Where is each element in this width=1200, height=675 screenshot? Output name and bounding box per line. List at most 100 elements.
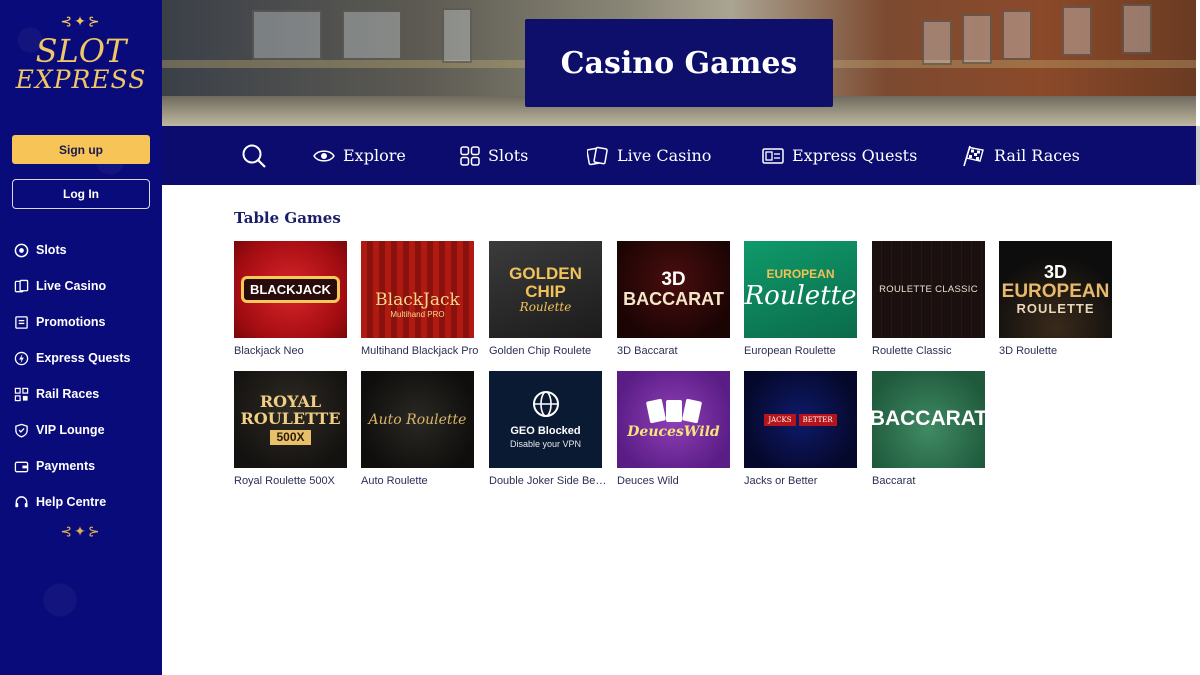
game-thumbnail[interactable]: BACCARAT bbox=[872, 371, 985, 468]
game-title[interactable]: Multihand Blackjack Pro bbox=[361, 345, 479, 357]
page-title: Casino Games bbox=[525, 19, 833, 107]
playing-card-icon bbox=[645, 398, 666, 423]
game-tile-multihand-blackjack-pro[interactable]: BlackJack Multihand PRO Multihand Blackj… bbox=[361, 241, 478, 357]
game-tile-roulette-classic[interactable]: ROULETTE CLASSIC Roulette Classic bbox=[872, 241, 985, 357]
game-art-subtitle-2: 500X bbox=[270, 430, 311, 445]
game-art-title: BlackJack bbox=[375, 290, 460, 310]
checkered-flag-icon bbox=[963, 145, 984, 166]
game-art-subtitle: Roulette bbox=[744, 280, 857, 311]
slot-express-logo[interactable]: ⊰✦⊱ SLOT EXPRESS bbox=[0, 14, 162, 94]
game-tile-double-joker-side-bet[interactable]: GEO Blocked Disable your VPN Double Joke… bbox=[489, 371, 607, 487]
game-thumbnail[interactable]: JACKS BETTER bbox=[744, 371, 857, 468]
game-tile-european-roulette[interactable]: EUROPEAN Roulette European Roulette bbox=[744, 241, 857, 357]
lightning-icon bbox=[12, 349, 30, 367]
game-art-title: Auto Roulette bbox=[368, 411, 467, 428]
game-thumbnail[interactable]: 3D EUROPEAN ROULETTE bbox=[999, 241, 1112, 338]
sign-up-button[interactable]: Sign up bbox=[12, 135, 150, 164]
sidebar-item-express-quests[interactable]: Express Quests bbox=[12, 340, 160, 376]
game-thumbnail[interactable]: BLACKJACK bbox=[234, 241, 347, 338]
game-thumbnail[interactable]: Auto Roulette bbox=[361, 371, 474, 468]
game-title[interactable]: Auto Roulette bbox=[361, 475, 479, 487]
game-thumbnail[interactable]: 3D BACCARAT bbox=[617, 241, 730, 338]
sidebar-item-promotions[interactable]: Promotions bbox=[12, 304, 160, 340]
sidebar: ⊰✦⊱ SLOT EXPRESS Sign up Log In Slots Li… bbox=[0, 0, 162, 675]
hero-train-window bbox=[442, 8, 472, 63]
page-scrollbar[interactable] bbox=[1196, 126, 1200, 185]
sidebar-item-label: Help Centre bbox=[36, 495, 107, 509]
game-thumbnail[interactable]: ROYAL ROULETTE 500X bbox=[234, 371, 347, 468]
ticket-icon bbox=[762, 147, 784, 164]
game-title[interactable]: 3D Baccarat bbox=[617, 345, 735, 357]
game-title[interactable]: Royal Roulette 500X bbox=[234, 475, 352, 487]
tab-live-casino[interactable]: Live Casino bbox=[587, 126, 711, 185]
game-thumbnail[interactable]: EUROPEAN Roulette bbox=[744, 241, 857, 338]
sidebar-item-label: Express Quests bbox=[36, 351, 131, 365]
sidebar-item-label: Rail Races bbox=[36, 387, 100, 401]
headset-icon bbox=[12, 493, 30, 511]
game-tile-3d-roulette[interactable]: 3D EUROPEAN ROULETTE 3D Roulette bbox=[999, 241, 1112, 357]
sidebar-item-slots[interactable]: Slots bbox=[12, 232, 160, 268]
section-title: Table Games bbox=[234, 209, 341, 227]
sidebar-item-label: Promotions bbox=[36, 315, 106, 329]
game-tile-baccarat[interactable]: BACCARAT Baccarat bbox=[872, 371, 985, 487]
game-tile-golden-chip-roulete[interactable]: GOLDEN CHIP Roulette Golden Chip Roulete bbox=[489, 241, 602, 357]
sidebar-item-label: VIP Lounge bbox=[36, 423, 105, 437]
game-title[interactable]: 3D Roulette bbox=[999, 345, 1117, 357]
game-thumbnail[interactable]: DeucesWild bbox=[617, 371, 730, 468]
game-title[interactable]: Jacks or Better bbox=[744, 475, 862, 487]
game-thumbnail[interactable]: GOLDEN CHIP Roulette bbox=[489, 241, 602, 338]
sidebar-item-rail-races[interactable]: Rail Races bbox=[12, 376, 160, 412]
tab-rail-races[interactable]: Rail Races bbox=[962, 126, 1080, 185]
game-thumbnail[interactable]: BlackJack Multihand PRO bbox=[361, 241, 474, 338]
playing-card-icon bbox=[681, 398, 702, 423]
logo-line-2: EXPRESS bbox=[15, 65, 147, 94]
game-art-subtitle: BACCARAT bbox=[623, 289, 724, 310]
sidebar-nav: Slots Live Casino Promotions Express Que… bbox=[12, 232, 160, 520]
geo-blocked-subtitle: Disable your VPN bbox=[509, 439, 582, 450]
game-art-subtitle: Multihand PRO bbox=[390, 310, 445, 319]
game-art-title: BACCARAT bbox=[872, 407, 985, 431]
game-thumbnail[interactable]: ROULETTE CLASSIC bbox=[872, 241, 985, 338]
game-art-title: GOLDEN CHIP bbox=[509, 263, 582, 301]
tab-rail-races-label: Rail Races bbox=[994, 146, 1080, 165]
game-art-title: EUROPEAN bbox=[766, 267, 835, 282]
tab-slots-label: Slots bbox=[488, 146, 529, 165]
sidebar-item-vip-lounge[interactable]: VIP Lounge bbox=[12, 412, 160, 448]
game-tile-3d-baccarat[interactable]: 3D BACCARAT 3D Baccarat bbox=[617, 241, 730, 357]
game-title[interactable]: Deuces Wild bbox=[617, 475, 735, 487]
game-art-title: 3D bbox=[661, 269, 686, 291]
geo-blocked-title: GEO Blocked bbox=[510, 424, 581, 437]
hero-train-window bbox=[962, 14, 992, 64]
sidebar-item-payments[interactable]: Payments bbox=[12, 448, 160, 484]
game-thumbnail[interactable]: GEO Blocked Disable your VPN bbox=[489, 371, 602, 468]
vip-shield-icon bbox=[12, 421, 30, 439]
game-tile-auto-roulette[interactable]: Auto Roulette Auto Roulette bbox=[361, 371, 474, 487]
game-title[interactable]: Golden Chip Roulete bbox=[489, 345, 607, 357]
game-title[interactable]: Double Joker Side Bet... bbox=[489, 475, 607, 487]
game-art-subtitle: BETTER bbox=[798, 413, 837, 426]
log-in-button[interactable]: Log In bbox=[12, 179, 150, 209]
game-title[interactable]: Roulette Classic bbox=[872, 345, 990, 357]
globe-icon bbox=[532, 390, 559, 417]
hero-banner: Casino Games bbox=[162, 0, 1196, 126]
hero-train-window bbox=[252, 10, 322, 60]
game-title[interactable]: Baccarat bbox=[872, 475, 990, 487]
sidebar-ornament: ⊰✦⊱ bbox=[60, 524, 102, 540]
logo-line-1: SLOT bbox=[35, 32, 127, 70]
game-title[interactable]: European Roulette bbox=[744, 345, 862, 357]
hero-train-window bbox=[1002, 10, 1032, 60]
search-button[interactable] bbox=[240, 126, 276, 185]
sidebar-item-help-centre[interactable]: Help Centre bbox=[12, 484, 160, 520]
promotions-icon bbox=[12, 313, 30, 331]
game-art-title: 3D bbox=[1043, 262, 1067, 283]
game-art-title: DeucesWild bbox=[627, 423, 720, 440]
tab-explore[interactable]: Explore bbox=[313, 126, 406, 185]
sidebar-item-live-casino[interactable]: Live Casino bbox=[12, 268, 160, 304]
tab-express-quests[interactable]: Express Quests bbox=[762, 126, 917, 185]
game-tile-deuces-wild[interactable]: DeucesWild Deuces Wild bbox=[617, 371, 730, 487]
game-tile-jacks-or-better[interactable]: JACKS BETTER Jacks or Better bbox=[744, 371, 857, 487]
game-tile-royal-roulette-500x[interactable]: ROYAL ROULETTE 500X Royal Roulette 500X bbox=[234, 371, 347, 487]
game-tile-blackjack-neo[interactable]: BLACKJACK Blackjack Neo bbox=[234, 241, 347, 357]
tab-slots[interactable]: Slots bbox=[460, 126, 528, 185]
game-title[interactable]: Blackjack Neo bbox=[234, 345, 352, 357]
